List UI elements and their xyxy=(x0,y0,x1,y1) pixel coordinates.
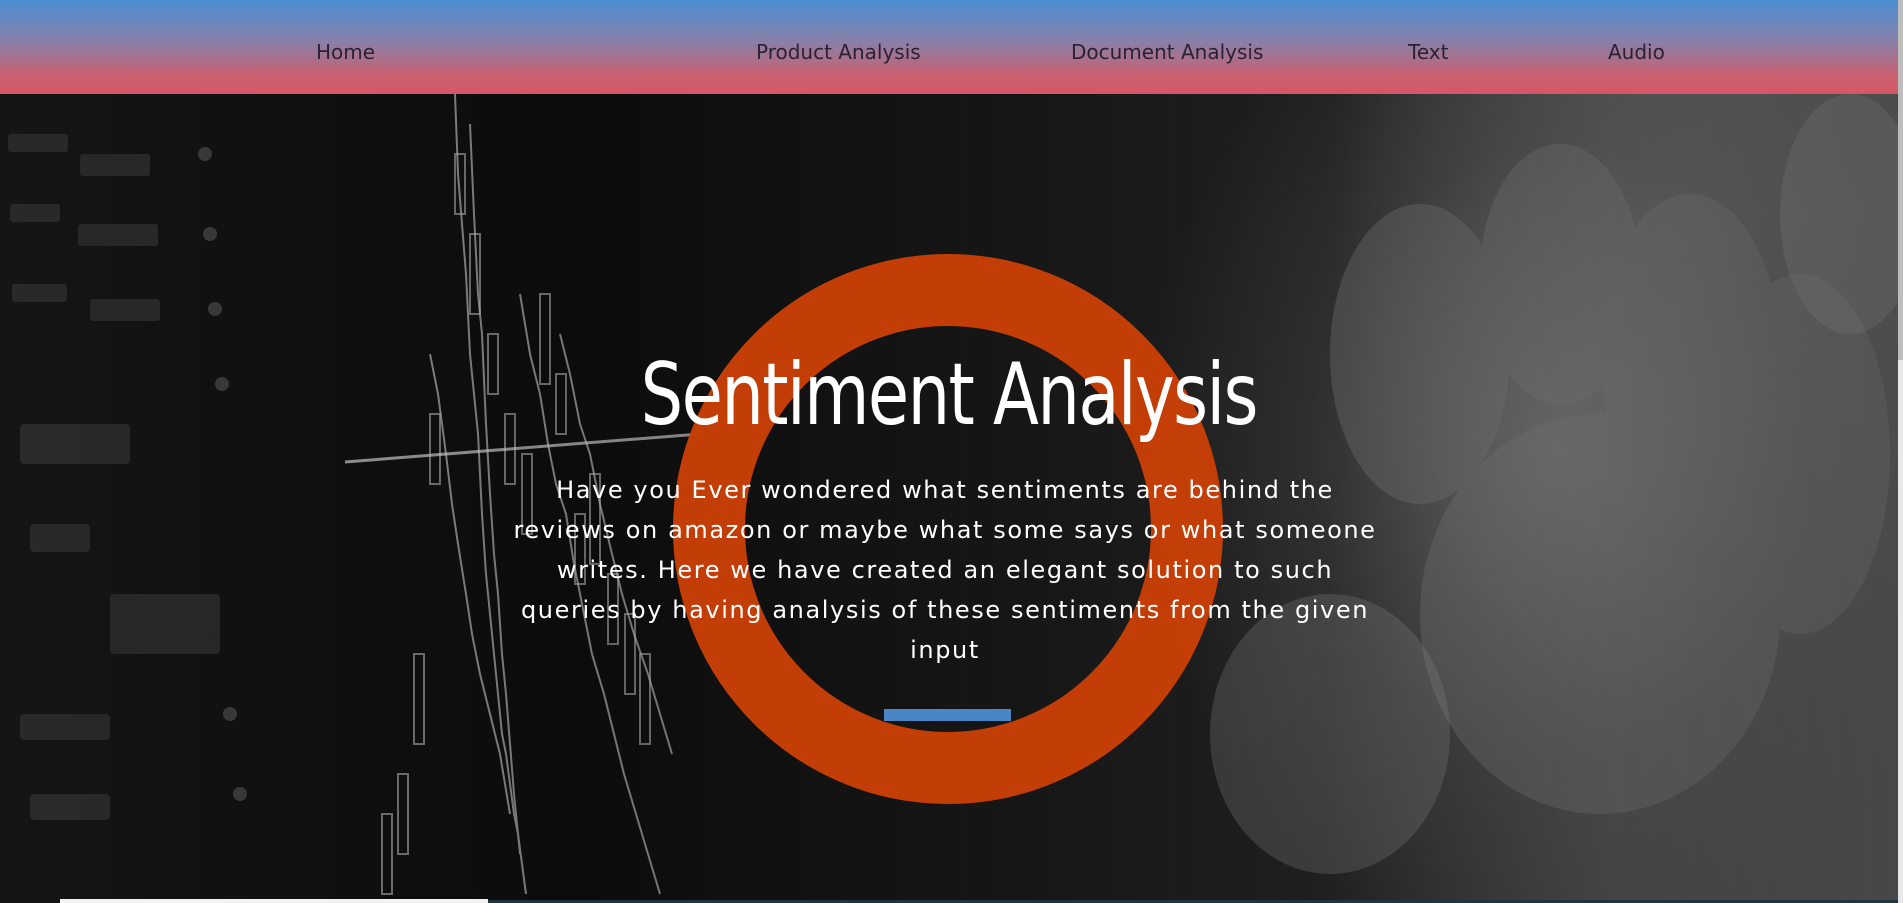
bottom-edge-strip xyxy=(60,899,488,903)
page-scrollbar[interactable] xyxy=(1898,0,1903,903)
nav-link-home[interactable]: Home xyxy=(316,40,375,64)
hero-description: Have you Ever wondered what sentiments a… xyxy=(513,476,1377,664)
accent-bar xyxy=(884,709,1011,721)
top-navbar: Home Product Analysis Document Analysis … xyxy=(0,0,1898,94)
hero-section: Sentiment Analysis Have you Ever wondere… xyxy=(0,94,1898,903)
nav-link-product-analysis[interactable]: Product Analysis xyxy=(756,40,921,64)
scrollbar-thumb[interactable] xyxy=(1898,0,1903,360)
hero-title: Sentiment Analysis xyxy=(640,345,1259,445)
nav-link-audio[interactable]: Audio xyxy=(1608,40,1665,64)
page: Home Product Analysis Document Analysis … xyxy=(0,0,1903,903)
nav-link-text[interactable]: Text xyxy=(1408,40,1448,64)
nav-link-document-analysis[interactable]: Document Analysis xyxy=(1071,40,1263,64)
